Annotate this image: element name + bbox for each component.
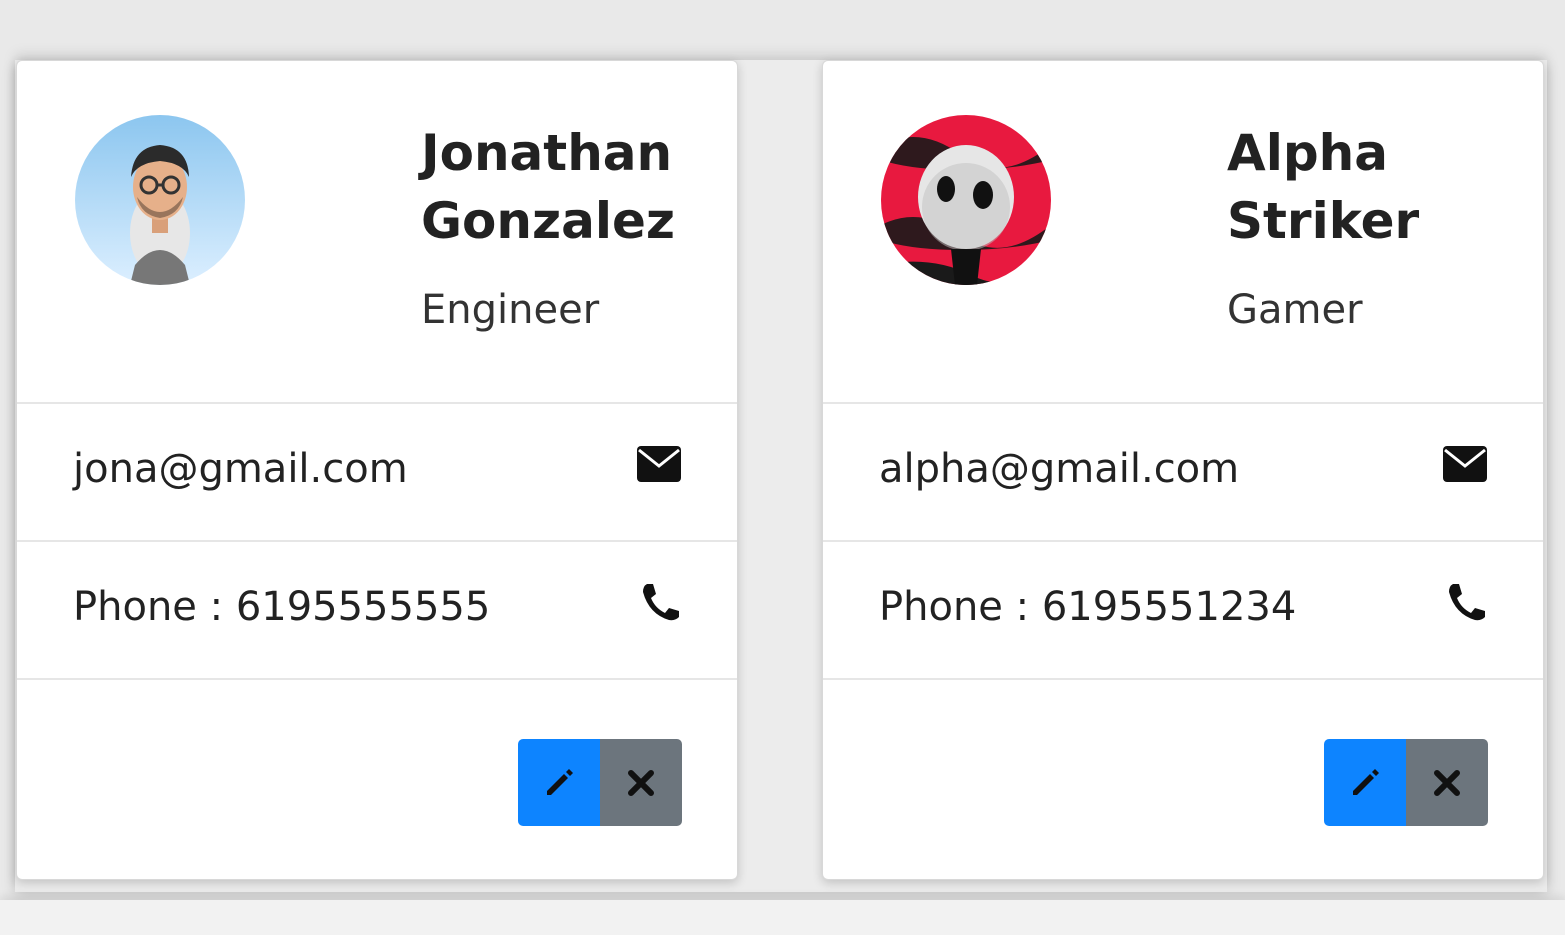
email-text: jona@gmail.com	[73, 446, 408, 492]
contact-first-name: Jonathan	[421, 124, 673, 182]
phone-row: Phone : 6195551234	[823, 542, 1543, 680]
contact-role: Gamer	[1227, 287, 1363, 333]
email-text: alpha@gmail.com	[879, 446, 1240, 492]
card-header: Alpha Striker Gamer	[823, 61, 1543, 404]
action-button-group	[1324, 739, 1488, 826]
bottom-strip	[0, 900, 1565, 935]
phone-icon	[1441, 582, 1489, 622]
avatar	[881, 115, 1051, 285]
phone-text: Phone : 6195555555	[73, 584, 491, 630]
envelope-icon	[1441, 444, 1489, 484]
edit-button[interactable]	[1324, 739, 1406, 826]
email-row: jona@gmail.com	[17, 404, 737, 542]
envelope-icon	[635, 444, 683, 484]
contact-first-name: Alpha	[1227, 124, 1388, 182]
alien-avatar-icon	[881, 115, 1051, 285]
phone-text: Phone : 6195551234	[879, 584, 1297, 630]
pencil-icon	[547, 768, 573, 795]
card-header: Jonathan Gonzalez Engineer	[17, 61, 737, 404]
contact-name: Alpha Striker	[1227, 119, 1527, 255]
email-row: alpha@gmail.com	[823, 404, 1543, 542]
close-icon	[628, 769, 654, 796]
pencil-icon	[1353, 768, 1379, 795]
contact-last-name: Gonzalez	[421, 192, 675, 250]
contact-card: Alpha Striker Gamer alpha@gmail.com Phon…	[822, 60, 1544, 880]
contact-name: Jonathan Gonzalez	[421, 119, 721, 255]
phone-row: Phone : 6195555555	[17, 542, 737, 680]
action-button-group	[518, 739, 682, 826]
delete-button[interactable]	[600, 739, 682, 826]
close-icon	[1434, 769, 1460, 796]
contact-card: Jonathan Gonzalez Engineer jona@gmail.co…	[16, 60, 738, 880]
contact-role: Engineer	[421, 287, 600, 333]
phone-icon	[635, 582, 683, 622]
avatar	[75, 115, 245, 285]
delete-button[interactable]	[1406, 739, 1488, 826]
edit-button[interactable]	[518, 739, 600, 826]
memoji-avatar-icon	[75, 115, 245, 285]
contact-last-name: Striker	[1227, 192, 1420, 250]
